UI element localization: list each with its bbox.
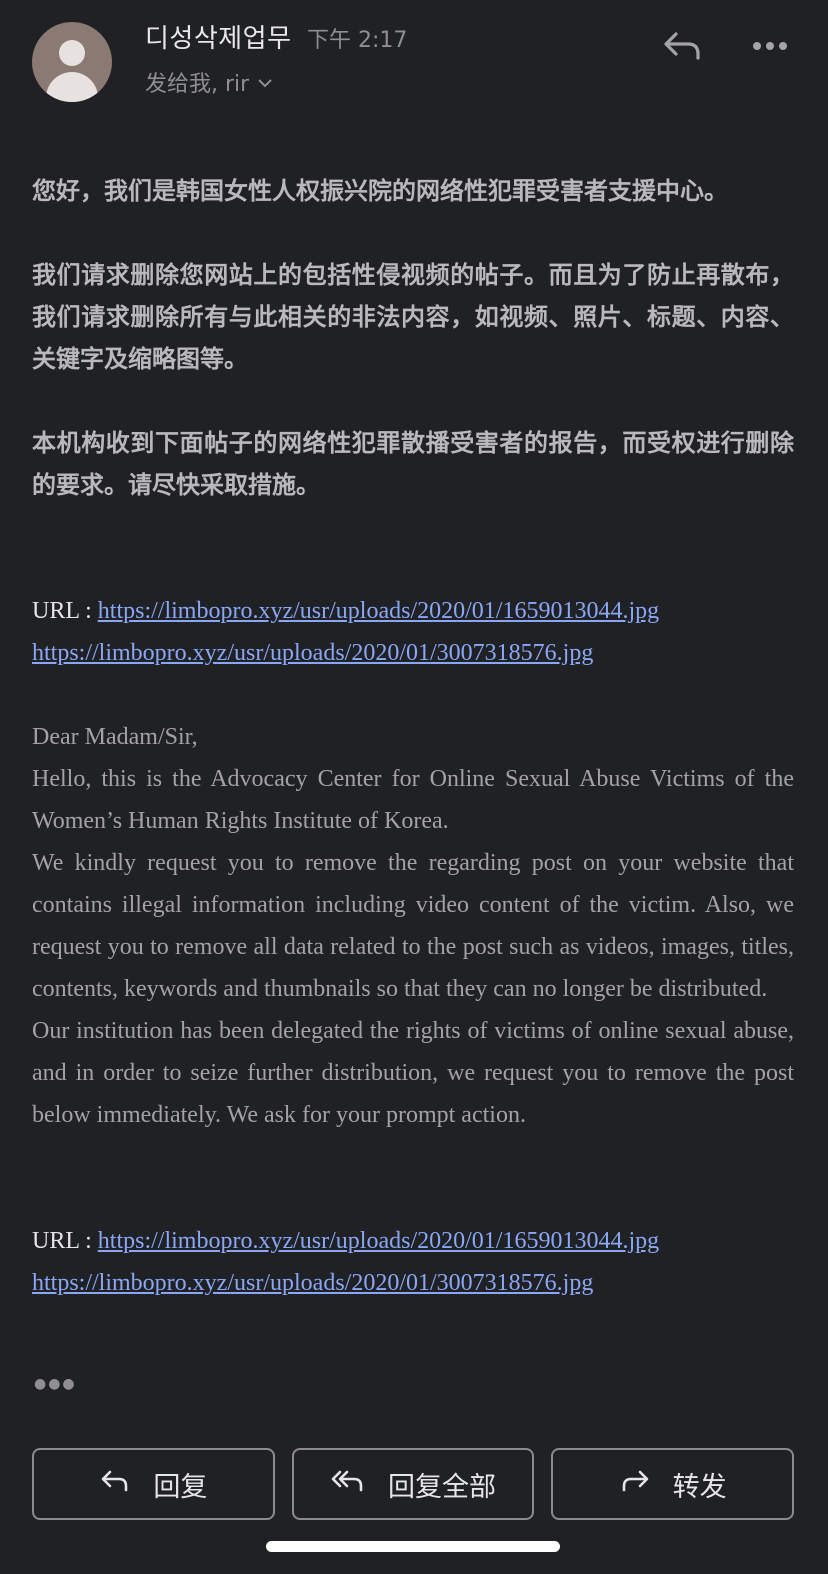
- body-paragraph-cn-3: 本机构收到下面帖子的网络性犯罪散播受害者的报告，而受权进行删除的要求。请尽快采取…: [32, 429, 794, 499]
- url-line-1: URL : https://limbopro.xyz/usr/uploads/2…: [32, 590, 794, 632]
- reply-label: 回复: [153, 1471, 208, 1503]
- url-label-2: URL :: [32, 1228, 98, 1254]
- reply-all-button[interactable]: 回复全部: [291, 1448, 535, 1520]
- avatar-body-shape: [46, 72, 98, 102]
- recipients-label: 发给我, rir: [145, 72, 250, 97]
- email-body: 您好，我们是韩国女性人权振兴院的网络性犯罪受害者支援中心。 我们请求删除您网站上…: [32, 170, 794, 1304]
- forward-button[interactable]: 转发: [551, 1448, 795, 1520]
- avatar-head-shape: [59, 40, 85, 66]
- url-line-4: https://limbopro.xyz/usr/uploads/2020/01…: [32, 1262, 794, 1304]
- recipients-toggle[interactable]: 发给我, rir: [145, 66, 273, 98]
- more-icon[interactable]: [748, 26, 792, 66]
- reply-arrow-icon: [99, 1468, 131, 1501]
- greeting-en: Dear Madam/Sir,: [32, 724, 198, 750]
- reply-all-arrow-icon: [330, 1468, 366, 1501]
- url-link-4[interactable]: https://limbopro.xyz/usr/uploads/2020/01…: [32, 1270, 593, 1296]
- body-paragraph-en-3: Our institution has been delegated the r…: [32, 1018, 794, 1128]
- email-header: 디성삭제업무 下午 2:17 发给我, rir: [0, 0, 828, 120]
- body-paragraph-en-1: Hello, this is the Advocacy Center for O…: [32, 766, 794, 834]
- url-line-3: URL : https://limbopro.xyz/usr/uploads/2…: [32, 1220, 794, 1262]
- body-paragraph-cn-1: 您好，我们是韩国女性人权振兴院的网络性犯罪受害者支援中心。: [32, 177, 728, 205]
- url-label: URL :: [32, 598, 98, 624]
- action-buttons: 回复 回复全部 转发: [32, 1448, 795, 1520]
- reply-button[interactable]: 回复: [32, 1448, 275, 1520]
- url-line-2: https://limbopro.xyz/usr/uploads/2020/01…: [32, 632, 794, 674]
- reply-icon[interactable]: [660, 26, 704, 66]
- person-avatar[interactable]: [32, 22, 112, 102]
- reply-all-label: 回复全部: [388, 1471, 496, 1503]
- forward-label: 转发: [672, 1471, 727, 1503]
- home-indicator[interactable]: [266, 1541, 560, 1552]
- forward-arrow-icon: [619, 1468, 651, 1501]
- sent-time: 下午 2:17: [307, 28, 408, 53]
- url-link-1[interactable]: https://limbopro.xyz/usr/uploads/2020/01…: [98, 598, 659, 624]
- show-quoted-text-button[interactable]: ●●●: [34, 1376, 77, 1392]
- sender-name[interactable]: 디성삭제업무: [145, 18, 292, 55]
- body-paragraph-en-2: We kindly request you to remove the rega…: [32, 850, 794, 1002]
- url-link-3[interactable]: https://limbopro.xyz/usr/uploads/2020/01…: [98, 1228, 659, 1254]
- url-link-2[interactable]: https://limbopro.xyz/usr/uploads/2020/01…: [32, 640, 593, 666]
- chevron-down-icon: [257, 70, 273, 95]
- body-paragraph-cn-2: 我们请求删除您网站上的包括性侵视频的帖子。而且为了防止再散布，我们请求删除所有与…: [32, 261, 794, 373]
